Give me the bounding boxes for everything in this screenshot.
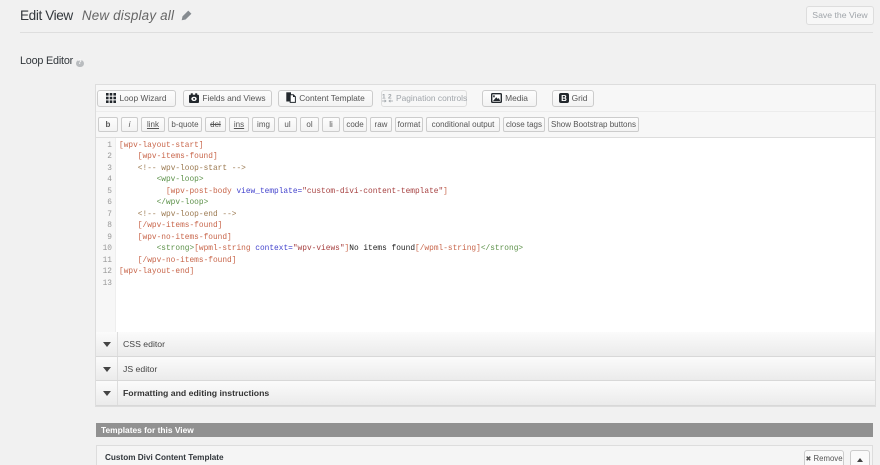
svg-text:2: 2 [388,94,392,101]
svg-text:1: 1 [382,94,386,101]
svg-text:B: B [561,94,567,103]
